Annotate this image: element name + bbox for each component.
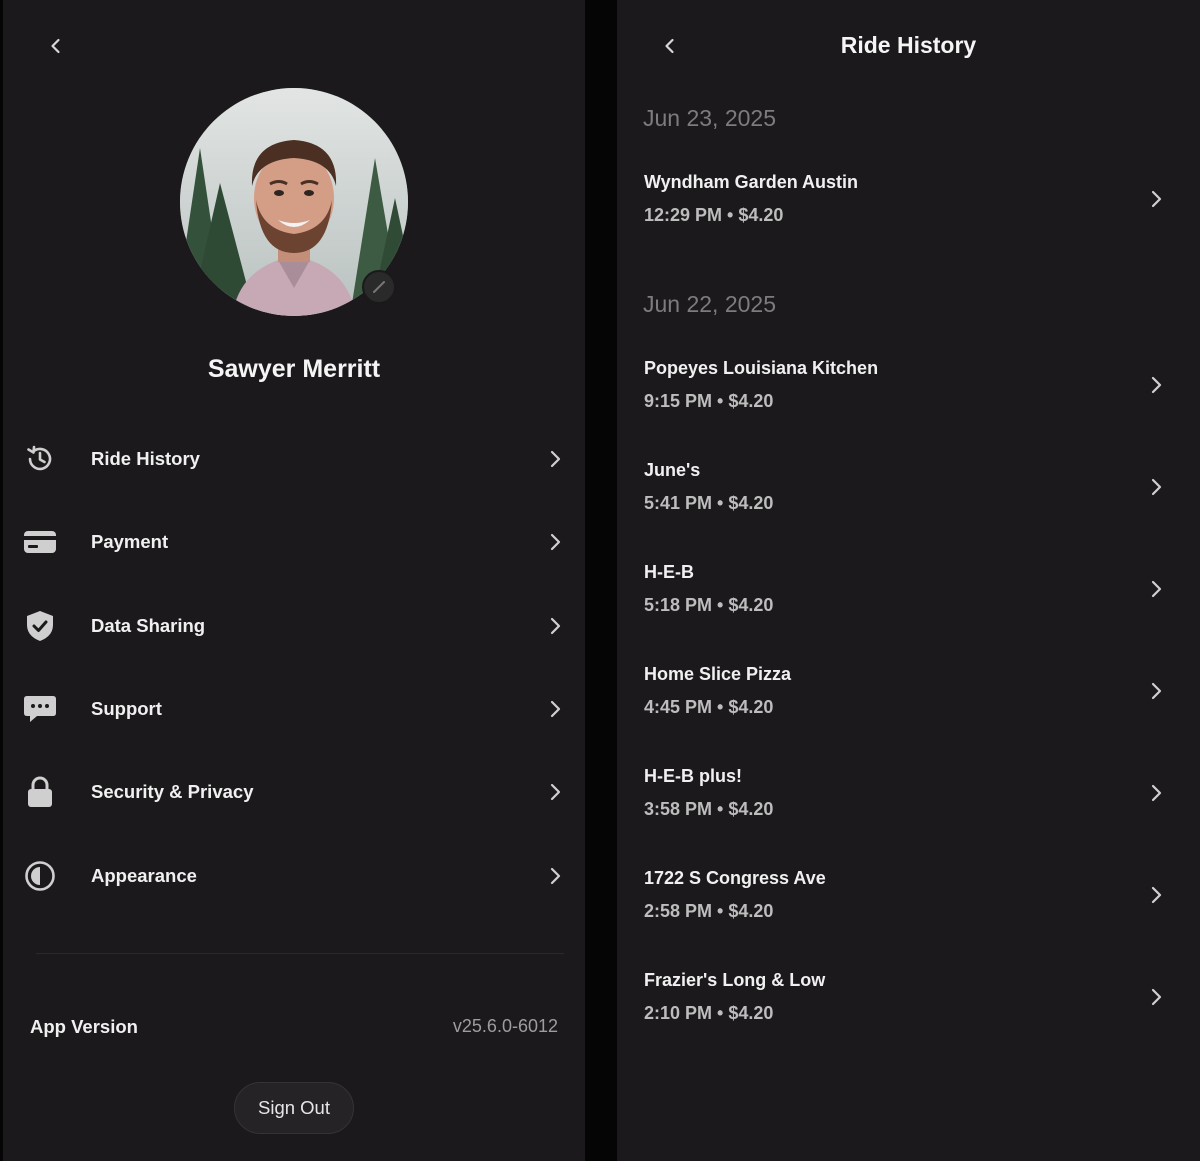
ride-meta: 2:58 PM • $4.20: [644, 901, 774, 921]
ride-price: $4.20: [728, 799, 774, 819]
ride-time: 12:29 PM: [644, 205, 723, 225]
chevron-right-icon: [550, 867, 561, 885]
page-title: Ride History: [840, 32, 977, 58]
menu-item-security-privacy[interactable]: Security & Privacy: [3, 762, 585, 822]
divider: [36, 953, 564, 954]
ride-history-panel: Ride History Jun 23, 2025 Wyndham Garden…: [617, 0, 1200, 1161]
ride-place: June's: [644, 460, 701, 480]
history-icon: [23, 443, 57, 475]
ride-item[interactable]: H-E-B 5:18 PM • $4.20: [617, 562, 1200, 642]
chevron-right-icon: [550, 533, 561, 551]
pencil-icon: [373, 281, 385, 293]
chevron-right-icon: [1151, 988, 1162, 1006]
date-header: Jun 23, 2025: [643, 105, 777, 131]
ride-price: $4.20: [728, 1003, 774, 1023]
ride-item[interactable]: Popeyes Louisiana Kitchen 9:15 PM • $4.2…: [617, 358, 1200, 438]
ride-place: H-E-B plus!: [644, 766, 742, 786]
contrast-icon: [23, 860, 57, 892]
ride-meta: 12:29 PM • $4.20: [644, 205, 784, 225]
app-version-label: App Version: [30, 1016, 138, 1037]
menu-item-label: Appearance: [91, 865, 197, 886]
menu-item-data-sharing[interactable]: Data Sharing: [3, 596, 585, 656]
ride-price: $4.20: [728, 697, 774, 717]
ride-meta: 5:18 PM • $4.20: [644, 595, 774, 615]
ride-time: 5:18 PM: [644, 595, 713, 615]
ride-time: 9:15 PM: [644, 391, 713, 411]
chevron-right-icon: [550, 783, 561, 801]
app-version-value: v25.6.0-6012: [452, 1016, 558, 1036]
ride-item[interactable]: Home Slice Pizza 4:45 PM • $4.20: [617, 664, 1200, 744]
ride-place: Popeyes Louisiana Kitchen: [644, 358, 879, 378]
menu-item-support[interactable]: Support: [3, 679, 585, 739]
ride-price: $4.20: [738, 205, 784, 225]
menu-item-label: Payment: [91, 531, 169, 552]
menu-item-ride-history[interactable]: Ride History: [3, 429, 585, 489]
back-button[interactable]: [41, 31, 71, 61]
ride-meta: 4:45 PM • $4.20: [644, 697, 774, 717]
chevron-right-icon: [1151, 190, 1162, 208]
profile-name: Sawyer Merritt: [207, 355, 381, 383]
chevron-right-icon: [1151, 478, 1162, 496]
menu-item-payment[interactable]: Payment: [3, 512, 585, 572]
menu-item-label: Data Sharing: [91, 615, 206, 636]
ride-item[interactable]: Wyndham Garden Austin 12:29 PM • $4.20: [617, 172, 1200, 252]
ride-meta: 5:41 PM • $4.20: [644, 493, 774, 513]
ride-place: Home Slice Pizza: [644, 664, 792, 684]
ride-time: 3:58 PM: [644, 799, 713, 819]
ride-place: H-E-B: [644, 562, 694, 582]
ride-item[interactable]: June's 5:41 PM • $4.20: [617, 460, 1200, 540]
ride-place: 1722 S Congress Ave: [644, 868, 826, 888]
lock-icon: [23, 776, 57, 808]
chevron-right-icon: [550, 617, 561, 635]
date-header: Jun 22, 2025: [643, 291, 777, 317]
ride-item[interactable]: Frazier's Long & Low 2:10 PM • $4.20: [617, 970, 1200, 1050]
ride-place: Wyndham Garden Austin: [644, 172, 859, 192]
ride-time: 2:10 PM: [644, 1003, 713, 1023]
chevron-right-icon: [1151, 682, 1162, 700]
ride-price: $4.20: [728, 391, 774, 411]
ride-place: Frazier's Long & Low: [644, 970, 826, 990]
chevron-right-icon: [1151, 580, 1162, 598]
ride-item[interactable]: H-E-B plus! 3:58 PM • $4.20: [617, 766, 1200, 846]
ride-meta: 9:15 PM • $4.20: [644, 391, 774, 411]
menu-item-label: Ride History: [91, 448, 200, 469]
ride-price: $4.20: [728, 595, 774, 615]
chevron-right-icon: [1151, 784, 1162, 802]
menu-item-appearance[interactable]: Appearance: [3, 846, 585, 906]
shield-check-icon: [23, 610, 57, 642]
edit-photo-button[interactable]: [362, 270, 396, 304]
credit-card-icon: [23, 526, 57, 558]
ride-time: 4:45 PM: [644, 697, 713, 717]
chevron-left-icon: [51, 38, 60, 54]
ride-time: 5:41 PM: [644, 493, 713, 513]
ride-meta: 2:10 PM • $4.20: [644, 1003, 774, 1023]
chevron-right-icon: [550, 450, 561, 468]
ride-meta: 3:58 PM • $4.20: [644, 799, 774, 819]
chat-bubble-icon: [23, 693, 57, 725]
sign-out-button[interactable]: Sign Out: [234, 1082, 354, 1134]
menu-item-label: Support: [91, 698, 162, 719]
chevron-right-icon: [550, 700, 561, 718]
profile-panel: Sawyer Merritt Ride History Payment Data…: [3, 0, 585, 1161]
chevron-right-icon: [1151, 886, 1162, 904]
ride-price: $4.20: [728, 901, 774, 921]
menu-item-label: Security & Privacy: [91, 781, 254, 802]
ride-time: 2:58 PM: [644, 901, 713, 921]
chevron-right-icon: [1151, 376, 1162, 394]
ride-price: $4.20: [728, 493, 774, 513]
ride-item[interactable]: 1722 S Congress Ave 2:58 PM • $4.20: [617, 868, 1200, 948]
